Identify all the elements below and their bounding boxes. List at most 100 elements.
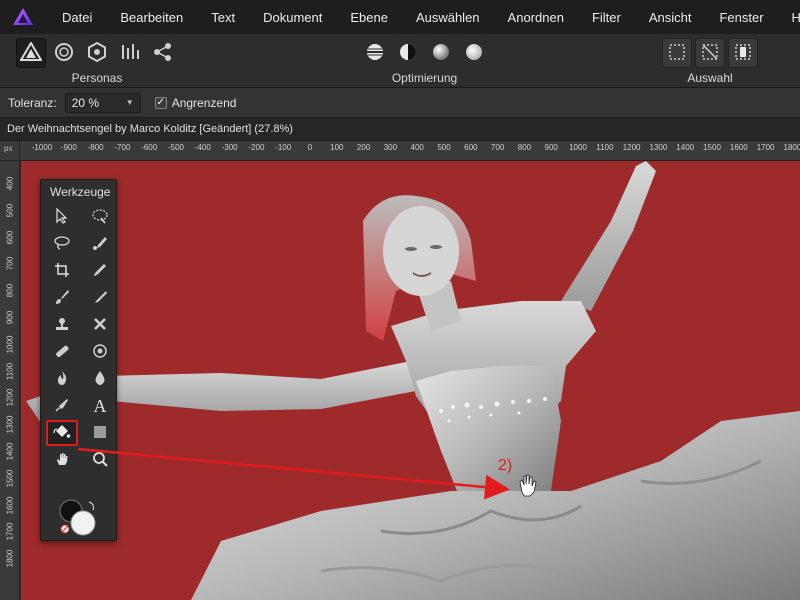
retouch-tool[interactable] — [84, 312, 116, 338]
refine-brush-tool[interactable] — [84, 231, 116, 257]
ruler-h-label: 1400 — [676, 143, 695, 152]
inpainting-tool[interactable] — [46, 339, 78, 365]
menu-item-6[interactable]: Anordnen — [494, 10, 578, 25]
ruler-h-label: 0 — [307, 143, 313, 152]
auto-contrast-icon — [398, 42, 418, 65]
move-tool[interactable] — [46, 204, 78, 230]
ruler-h-label: 700 — [490, 143, 505, 152]
ruler-v-label: 1600 — [5, 496, 15, 514]
ruler-v-label: 1100 — [5, 362, 15, 380]
ruler-h-label: 200 — [356, 143, 371, 152]
ruler-h-label: -400 — [194, 143, 211, 152]
tolerance-label: Toleranz: — [8, 95, 57, 110]
auswahl-label: Auswahl — [687, 71, 733, 85]
menu-item-5[interactable]: Auswählen — [402, 10, 494, 25]
auto-levels-button[interactable] — [360, 38, 390, 68]
ruler-h-label: 800 — [517, 143, 532, 152]
freehand-selection-tool[interactable] — [46, 231, 78, 257]
rectangle-tool[interactable] — [84, 420, 116, 446]
menu-item-4[interactable]: Ebene — [336, 10, 402, 25]
auto-contrast-button[interactable] — [393, 38, 423, 68]
hand-icon — [54, 451, 70, 470]
persona-toolbar: Personas Optimierung Auswahl — [0, 34, 800, 88]
ruler-h-label: 900 — [544, 143, 558, 152]
clone-tool[interactable] — [46, 312, 78, 338]
auswahl-group: Auswahl — [662, 38, 758, 85]
export-persona-button[interactable] — [148, 38, 178, 68]
crop-icon — [54, 262, 70, 281]
ruler-v-label: 1000 — [5, 335, 15, 354]
selection-brush-tool[interactable] — [84, 204, 116, 230]
vertical-ruler: 400 500 600 700 800 900 1000 1100 1200 1300 1400 15… — [0, 161, 20, 600]
tone-mapping-persona-icon — [119, 41, 141, 66]
auto-white-balance-button[interactable] — [459, 38, 489, 68]
color-picker-tool[interactable] — [84, 258, 116, 284]
context-toolbar: Toleranz: 20 % ▼ ✓ Angrenzend — [0, 88, 800, 118]
document-title: Der Weihnachtsengel by Marco Kolditz [Ge… — [0, 118, 800, 141]
zoom-tool[interactable] — [84, 447, 116, 473]
ruler-h-label: 300 — [383, 143, 398, 152]
menu-item-0[interactable]: Datei — [48, 10, 106, 25]
burn-tool[interactable] — [46, 366, 78, 392]
menu-item-9[interactable]: Fenster — [705, 10, 777, 25]
menu-item-7[interactable]: Filter — [578, 10, 635, 25]
photo-persona-button[interactable] — [16, 38, 46, 68]
flood-fill-tool[interactable] — [46, 420, 78, 446]
pen-tool[interactable] — [46, 393, 78, 419]
menu-item-8[interactable]: Ansicht — [635, 10, 706, 25]
red-eye-tool[interactable] — [84, 339, 116, 365]
menu-item-10[interactable]: Hilfe — [778, 10, 800, 25]
auto-white-balance-icon — [464, 42, 484, 65]
ruler-v-label: 800 — [5, 284, 15, 298]
ruler-h-label: 1700 — [756, 143, 775, 152]
deselect-button[interactable] — [695, 38, 725, 68]
magnifier-icon — [92, 451, 108, 470]
develop-persona-button[interactable] — [82, 38, 112, 68]
paint-brush-tool[interactable] — [46, 285, 78, 311]
color-swatches[interactable] — [57, 498, 99, 538]
ruler-unit: px — [0, 141, 20, 161]
menu-item-2[interactable]: Text — [197, 10, 249, 25]
ruler-h-label: 1600 — [729, 143, 748, 152]
stamp-icon — [54, 316, 70, 335]
tolerance-dropdown[interactable]: 20 % ▼ — [64, 92, 141, 113]
tools-panel-title: Werkzeuge — [50, 185, 111, 199]
auto-colors-button[interactable] — [426, 38, 456, 68]
lasso-icon — [53, 235, 71, 254]
menu-item-1[interactable]: Bearbeiten — [106, 10, 197, 25]
ruler-h-label: -700 — [114, 143, 131, 152]
ruler-v-label: 700 — [5, 257, 15, 271]
personas-group: Personas — [16, 38, 178, 85]
dancer-photo — [26, 161, 800, 600]
drop-icon — [92, 370, 108, 389]
invert-selection-button[interactable] — [728, 38, 758, 68]
crop-tool[interactable] — [46, 258, 78, 284]
tone-mapping-persona-button[interactable] — [115, 38, 145, 68]
ruler-h-label: 1200 — [622, 143, 641, 152]
brush-tool[interactable] — [84, 285, 116, 311]
contiguous-checkbox[interactable]: ✓ — [154, 96, 167, 109]
tools-panel: Werkzeuge A — [40, 179, 117, 541]
liquify-persona-icon — [53, 41, 75, 66]
ruler-h-label: 500 — [437, 143, 451, 152]
document-canvas[interactable] — [21, 161, 800, 600]
ruler-h-label: -600 — [141, 143, 158, 152]
blur-tool[interactable] — [84, 366, 116, 392]
ruler-v-label: 1200 — [5, 389, 15, 407]
ruler-v-label: 1300 — [5, 415, 15, 434]
select-all-button[interactable] — [662, 38, 692, 68]
ruler-h-label: 1500 — [703, 143, 721, 152]
contiguous-option[interactable]: ✓ Angrenzend — [154, 95, 237, 110]
text-tool[interactable]: A — [84, 393, 116, 419]
menu-item-3[interactable]: Dokument — [249, 10, 336, 25]
affinity-photo-logo — [12, 4, 34, 30]
contiguous-label: Angrenzend — [171, 95, 237, 110]
personas-label: Personas — [71, 71, 123, 85]
paint-bucket-icon — [53, 423, 71, 444]
view-tool[interactable] — [46, 447, 78, 473]
ruler-h-label: 1100 — [596, 143, 614, 152]
ruler-v-label: 600 — [5, 230, 15, 244]
liquify-persona-button[interactable] — [49, 38, 79, 68]
ruler-v-label: 1500 — [5, 469, 15, 488]
ruler-h-label: 600 — [464, 143, 478, 152]
